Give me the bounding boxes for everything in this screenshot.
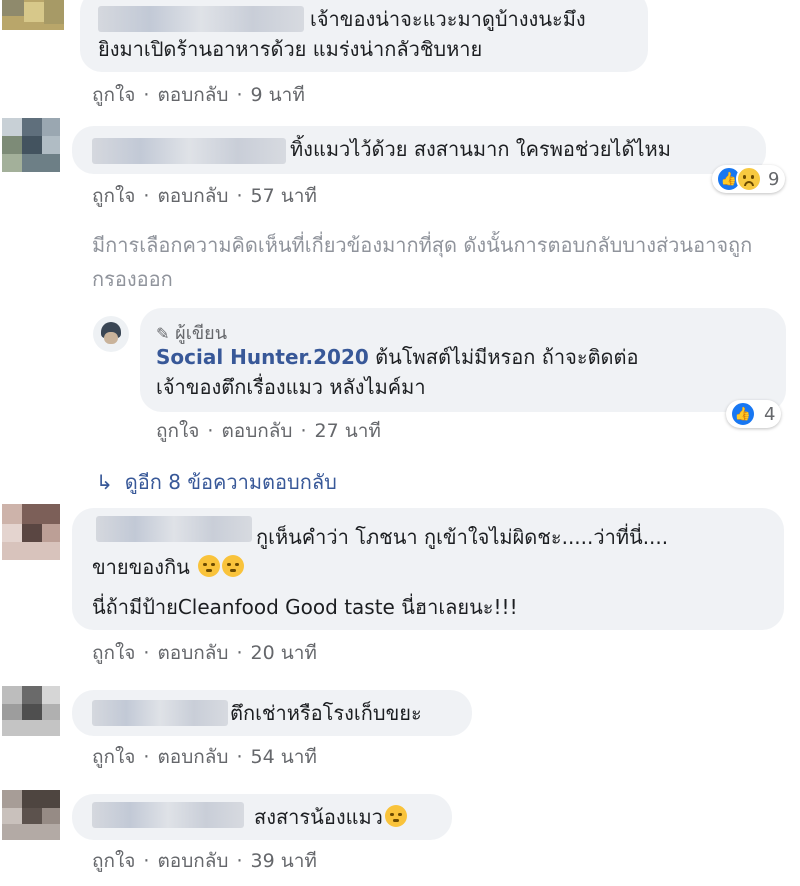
comment-actions: ถูกใจ · ตอบกลับ · 20 นาที	[92, 638, 317, 668]
avatar[interactable]	[2, 686, 60, 736]
separator: ·	[300, 420, 307, 442]
separator: ·	[236, 185, 243, 207]
timestamp[interactable]: 54 นาที	[251, 746, 317, 768]
sad-emoji-icon	[384, 805, 407, 827]
reply-link[interactable]: ตอบกลับ	[157, 642, 228, 664]
comment-text: ทิ้งแมวไว้ด้วย สงสานมาก ใครพอช่วยได้ไหม	[290, 137, 671, 161]
separator: ·	[236, 850, 243, 872]
timestamp[interactable]: 57 นาที	[251, 185, 317, 207]
author-name[interactable]: Social Hunter.2020	[156, 345, 369, 369]
like-link[interactable]: ถูกใจ	[92, 642, 135, 664]
reply-link[interactable]: ตอบกลับ	[157, 84, 228, 106]
comment-text: ขายของกิน	[92, 552, 245, 582]
timestamp[interactable]: 9 นาที	[251, 84, 305, 106]
commenter-name[interactable]	[92, 802, 244, 828]
commenter-name[interactable]	[96, 516, 252, 542]
rolling-eyes-emoji-icon	[222, 555, 245, 577]
reply-link[interactable]: ตอบกลับ	[157, 746, 228, 768]
timestamp[interactable]: 39 นาที	[251, 850, 317, 872]
commenter-name[interactable]	[98, 6, 304, 32]
like-link[interactable]: ถูกใจ	[92, 746, 135, 768]
reply-actions: ถูกใจ · ตอบกลับ · 27 นาที	[156, 416, 381, 446]
comment-text: นี่ถ้ามีป้ายCleanfood Good taste นี่ฮาเล…	[92, 595, 518, 619]
comment-actions: ถูกใจ · ตอบกลับ · 9 นาที	[92, 80, 305, 110]
comment-text: กูเห็นคำว่า โภชนา กูเข้าใจไม่ผิดชะ.....ว…	[256, 525, 669, 549]
separator: ·	[236, 746, 243, 768]
separator: ·	[236, 84, 243, 106]
like-link[interactable]: ถูกใจ	[156, 420, 199, 442]
timestamp[interactable]: 20 นาที	[251, 642, 317, 664]
avatar[interactable]	[2, 790, 60, 840]
separator: ·	[207, 420, 214, 442]
like-link[interactable]: ถูกใจ	[92, 850, 135, 872]
like-icon: 👍	[730, 401, 756, 427]
reaction-summary[interactable]: 👍 4	[726, 400, 782, 428]
reply-text: Social Hunter.2020 ต้นโพสต์ไม่มีหรอก ถ้า…	[156, 345, 639, 369]
filter-notice: มีการเลือกความคิดเห็นที่เกี่ยวข้องมากที่…	[92, 233, 753, 291]
separator: ·	[236, 642, 243, 664]
commenter-name[interactable]	[92, 138, 286, 164]
reply-link[interactable]: ตอบกลับ	[221, 420, 292, 442]
timestamp[interactable]: 27 นาที	[315, 420, 381, 442]
reaction-count: 4	[764, 403, 776, 425]
author-avatar[interactable]	[93, 316, 129, 352]
avatar[interactable]	[2, 118, 60, 172]
separator: ·	[143, 746, 150, 768]
avatar[interactable]	[2, 0, 64, 30]
reaction-count: 9	[768, 168, 780, 190]
commenter-name[interactable]	[92, 700, 228, 726]
separator: ·	[143, 850, 150, 872]
comment-actions: ถูกใจ · ตอบกลับ · 57 นาที	[92, 181, 317, 211]
separator: ·	[143, 642, 150, 664]
like-link[interactable]: ถูกใจ	[92, 84, 135, 106]
comment-text: เจ้าของน่าจะแวะมาดูบ้างงนะมึง	[310, 7, 586, 31]
separator: ·	[143, 185, 150, 207]
pencil-icon: ✎	[156, 324, 170, 343]
reply-link[interactable]: ตอบกลับ	[157, 185, 228, 207]
reply-text: เจ้าของตึกเรื่องแมว หลังไมค์มา	[156, 375, 426, 399]
avatar[interactable]	[2, 504, 60, 560]
comment-actions: ถูกใจ · ตอบกลับ · 54 นาที	[92, 742, 317, 772]
comment-text: สงสารน้องแมว	[254, 802, 407, 832]
view-more-replies-link[interactable]: ↳ ดูอีก 8 ข้อความตอบกลับ	[96, 466, 337, 498]
comment-text: ตึกเช่าหรือโรงเก็บขยะ	[230, 701, 422, 725]
sad-icon	[736, 166, 762, 192]
rolling-eyes-emoji-icon	[198, 555, 221, 577]
comment-text: ยิงมาเปิดร้านอาหารด้วย แมร่งน่ากลัวชิบหา…	[98, 37, 483, 61]
separator: ·	[143, 84, 150, 106]
reply-link[interactable]: ตอบกลับ	[157, 850, 228, 872]
like-link[interactable]: ถูกใจ	[92, 185, 135, 207]
comment-actions: ถูกใจ · ตอบกลับ · 39 นาที	[92, 846, 317, 876]
reaction-summary[interactable]: 👍 9	[712, 165, 786, 193]
reply-arrow-icon: ↳	[96, 470, 113, 494]
